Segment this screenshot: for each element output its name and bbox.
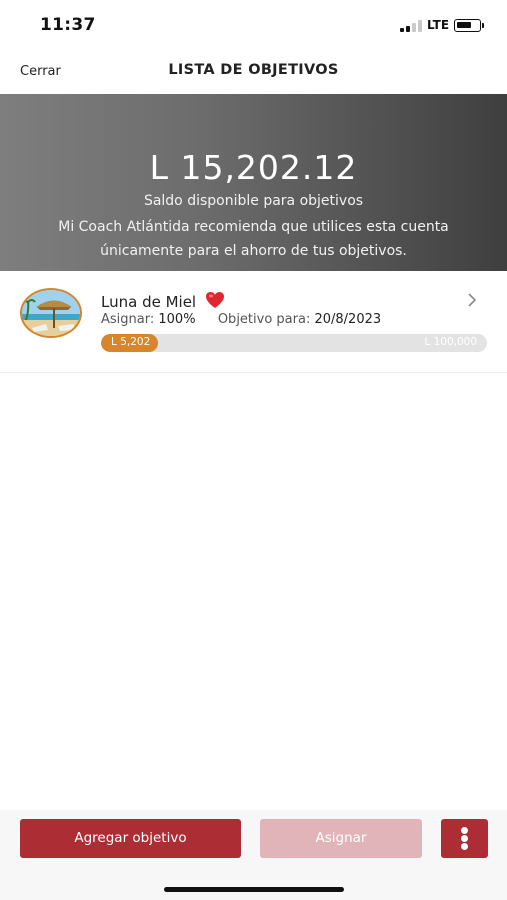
close-button[interactable]: Cerrar <box>20 64 61 79</box>
goal-list-item[interactable]: Luna de Miel Asignar: 100% Objetivo para… <box>0 271 507 373</box>
goal-image <box>20 288 82 338</box>
target-date: 20/8/2023 <box>314 312 382 327</box>
page-title: LISTA DE OBJETIVOS <box>168 62 339 78</box>
heart-icon <box>205 292 224 308</box>
status-time: 11:37 <box>40 15 96 35</box>
nav-bar: LISTA DE OBJETIVOS Cerrar <box>0 48 507 94</box>
assign-value: 100% <box>158 312 196 327</box>
more-vertical-icon-dot <box>461 835 468 842</box>
recommendation-text: Mi Coach Atlántida recomienda que utilic… <box>58 219 449 259</box>
network-type: LTE <box>427 18 450 32</box>
assign-label: Asignar: <box>101 312 155 327</box>
status-bar: 11:37 LTE <box>0 0 507 48</box>
goal-name: Luna de Miel <box>101 293 197 311</box>
more-vertical-icon-dot <box>461 843 468 850</box>
goal-meta: Asignar: 100% Objetivo para: 20/8/2023 <box>101 312 381 327</box>
more-vertical-icon <box>461 827 468 834</box>
assign-button[interactable]: Asignar <box>260 819 422 858</box>
more-options-button[interactable] <box>441 819 488 858</box>
chevron-right-icon[interactable] <box>466 293 478 307</box>
battery-icon <box>454 19 481 32</box>
goal-target-amount: L 100,000 <box>424 336 477 348</box>
signal-icon <box>400 20 426 32</box>
balance-label: Saldo disponible para objetivos <box>143 193 364 209</box>
goal-current-amount: L 5,202 <box>111 336 151 348</box>
target-date-label: Objetivo para: <box>217 312 311 327</box>
goal-progress-bar: L 5,202 L 100,000 <box>101 334 487 352</box>
balance-amount: L 15,202.12 <box>149 148 358 187</box>
balance-banner: L 15,202.12 Saldo disponible para objeti… <box>0 94 507 271</box>
bottom-action-bar: Agregar objetivo Asignar <box>0 810 507 900</box>
add-goal-button[interactable]: Agregar objetivo <box>20 819 241 858</box>
home-indicator[interactable] <box>164 887 344 892</box>
goal-name-row: Luna de Miel <box>101 291 225 311</box>
battery-nub <box>482 23 484 28</box>
